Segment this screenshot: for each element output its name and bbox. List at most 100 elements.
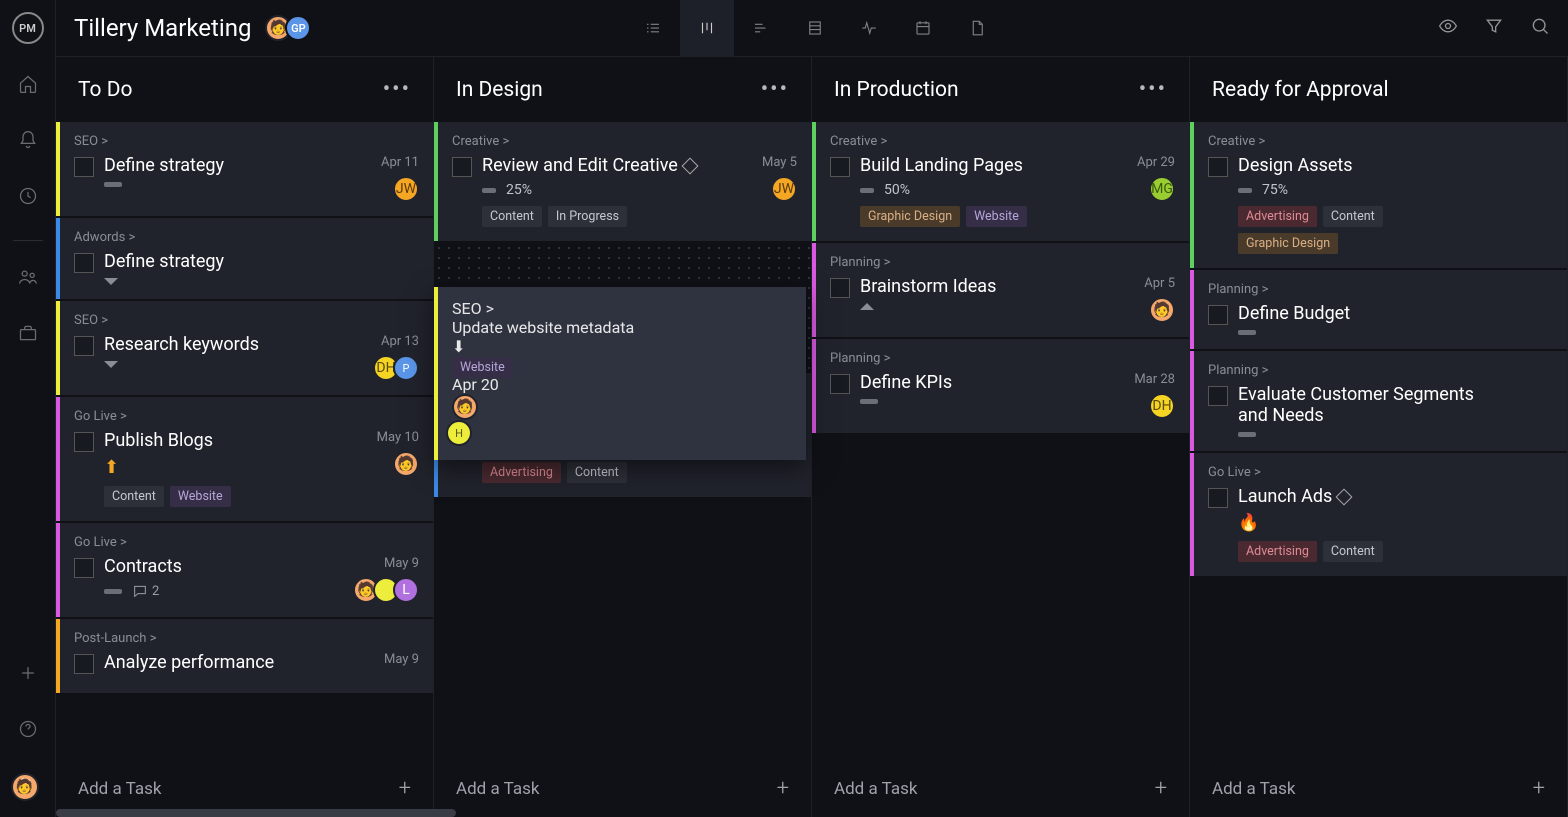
task-breadcrumb[interactable]: SEO > <box>74 313 419 328</box>
task-checkbox[interactable] <box>74 432 94 452</box>
priority-indicator <box>860 188 874 193</box>
task-tag[interactable]: Advertising <box>1238 206 1317 227</box>
assignee-avatar[interactable]: DH <box>1149 393 1175 419</box>
task-title: Brainstorm Ideas <box>860 276 1105 297</box>
task-breadcrumb[interactable]: SEO > <box>452 299 792 318</box>
task-card[interactable]: Go Live > Launch Ads 🔥 AdvertisingConten… <box>1190 453 1567 576</box>
task-tag[interactable]: In Progress <box>548 206 627 227</box>
nav-notification-icon[interactable] <box>16 128 40 152</box>
nav-briefcase-icon[interactable] <box>16 321 40 345</box>
task-checkbox[interactable] <box>74 654 94 674</box>
assignee-avatar[interactable]: L <box>393 577 419 603</box>
view-gantt-icon[interactable] <box>734 0 788 57</box>
task-tag[interactable]: Graphic Design <box>1238 233 1338 254</box>
task-checkbox[interactable] <box>452 157 472 177</box>
nav-home-icon[interactable] <box>16 72 40 96</box>
task-checkbox[interactable] <box>1208 488 1228 508</box>
task-comments[interactable]: 2 <box>132 583 159 599</box>
task-tag[interactable]: Content <box>482 206 542 227</box>
task-card[interactable]: Planning > Brainstorm Ideas Apr 5 🧑 <box>812 243 1189 337</box>
task-checkbox[interactable] <box>74 253 94 273</box>
filter-icon[interactable] <box>1484 16 1504 40</box>
task-checkbox[interactable] <box>74 558 94 578</box>
search-icon[interactable] <box>1530 16 1550 40</box>
task-tag[interactable]: Graphic Design <box>860 206 960 227</box>
horizontal-scrollbar[interactable] <box>56 809 456 817</box>
assignee-avatar[interactable]: 🧑 <box>1149 297 1175 323</box>
task-checkbox[interactable] <box>1208 386 1228 406</box>
task-tag[interactable]: Website <box>170 486 231 507</box>
task-tag[interactable]: Content <box>567 462 627 483</box>
task-tag[interactable]: Advertising <box>1238 541 1317 562</box>
task-card[interactable]: Planning > Evaluate Customer Segments an… <box>1190 351 1567 451</box>
task-breadcrumb[interactable]: Creative > <box>452 134 797 149</box>
add-task-button[interactable]: Add a Task + <box>434 760 811 817</box>
task-tag[interactable]: Advertising <box>482 462 561 483</box>
task-card[interactable]: SEO > Define strategy Apr 11 JW <box>56 122 433 216</box>
priority-high-icon <box>860 303 874 310</box>
task-card[interactable]: SEO > Update website metadata ⬇ Website … <box>434 287 806 460</box>
task-tag[interactable]: Content <box>1323 206 1383 227</box>
add-task-button[interactable]: Add a Task + <box>1190 760 1567 817</box>
task-card[interactable]: Creative > Design Assets 75% Advertising… <box>1190 122 1567 268</box>
task-card[interactable]: Post-Launch > Analyze performance May 9 <box>56 619 433 693</box>
task-checkbox[interactable] <box>830 157 850 177</box>
current-user-avatar[interactable]: 🧑 <box>11 773 39 801</box>
task-breadcrumb[interactable]: Adwords > <box>74 230 419 245</box>
project-members[interactable]: 🧑 GP <box>265 15 311 41</box>
task-card[interactable]: Planning > Define KPIs Mar 28 DH <box>812 339 1189 433</box>
app-logo[interactable]: PM <box>12 12 44 44</box>
assignee-avatar[interactable]: 🧑 <box>452 394 478 420</box>
task-breadcrumb[interactable]: Creative > <box>1208 134 1553 149</box>
task-card[interactable]: Adwords > Define strategy <box>56 218 433 299</box>
nav-help-icon[interactable] <box>16 717 40 741</box>
task-checkbox[interactable] <box>830 374 850 394</box>
view-list-icon[interactable] <box>626 0 680 57</box>
task-card[interactable]: Creative > Review and Edit Creative 25% … <box>434 122 811 241</box>
task-checkbox[interactable] <box>1208 157 1228 177</box>
view-sheet-icon[interactable] <box>788 0 842 57</box>
task-tag[interactable]: Content <box>104 486 164 507</box>
task-card[interactable]: Creative > Build Landing Pages 50% Graph… <box>812 122 1189 241</box>
task-checkbox[interactable] <box>1208 305 1228 325</box>
view-activity-icon[interactable] <box>842 0 896 57</box>
column-more-icon[interactable]: ••• <box>1139 77 1167 102</box>
task-tag[interactable]: Content <box>1323 541 1383 562</box>
view-calendar-icon[interactable] <box>896 0 950 57</box>
assignee-avatar[interactable]: H <box>446 420 472 446</box>
assignee-avatar[interactable]: P <box>393 355 419 381</box>
task-breadcrumb[interactable]: Creative > <box>830 134 1175 149</box>
task-breadcrumb[interactable]: Planning > <box>1208 363 1553 378</box>
assignee-avatar[interactable]: 🧑 <box>393 451 419 477</box>
nav-add-icon[interactable] <box>16 661 40 685</box>
add-task-button[interactable]: Add a Task + <box>812 760 1189 817</box>
task-breadcrumb[interactable]: Go Live > <box>74 409 419 424</box>
task-breadcrumb[interactable]: Go Live > <box>74 535 419 550</box>
assignee-avatar[interactable]: JW <box>771 176 797 202</box>
task-tag[interactable]: Website <box>966 206 1027 227</box>
member-avatar[interactable]: GP <box>285 15 311 41</box>
task-card[interactable]: SEO > Research keywords Apr 13 DHP <box>56 301 433 395</box>
task-assignees: 🧑 <box>393 451 419 477</box>
view-board-icon[interactable] <box>680 0 734 57</box>
assignee-avatar[interactable]: JW <box>393 176 419 202</box>
assignee-avatar[interactable]: MG <box>1149 176 1175 202</box>
task-breadcrumb[interactable]: SEO > <box>74 134 419 149</box>
nav-recent-icon[interactable] <box>16 184 40 208</box>
task-checkbox[interactable] <box>830 278 850 298</box>
task-breadcrumb[interactable]: Post-Launch > <box>74 631 419 646</box>
column-more-icon[interactable]: ••• <box>761 77 789 102</box>
task-breadcrumb[interactable]: Planning > <box>830 255 1175 270</box>
task-card[interactable]: Planning > Define Budget <box>1190 270 1567 349</box>
column-more-icon[interactable]: ••• <box>383 77 411 102</box>
task-breadcrumb[interactable]: Planning > <box>1208 282 1553 297</box>
task-card[interactable]: Go Live > Publish Blogs ⬆ ContentWebsite… <box>56 397 433 521</box>
nav-people-icon[interactable] <box>16 265 40 289</box>
task-checkbox[interactable] <box>74 157 94 177</box>
task-breadcrumb[interactable]: Planning > <box>830 351 1175 366</box>
task-card[interactable]: Go Live > Contracts 2 May 9 🧑L <box>56 523 433 617</box>
task-checkbox[interactable] <box>74 336 94 356</box>
task-breadcrumb[interactable]: Go Live > <box>1208 465 1553 480</box>
view-files-icon[interactable] <box>950 0 1004 57</box>
watch-icon[interactable] <box>1438 16 1458 40</box>
